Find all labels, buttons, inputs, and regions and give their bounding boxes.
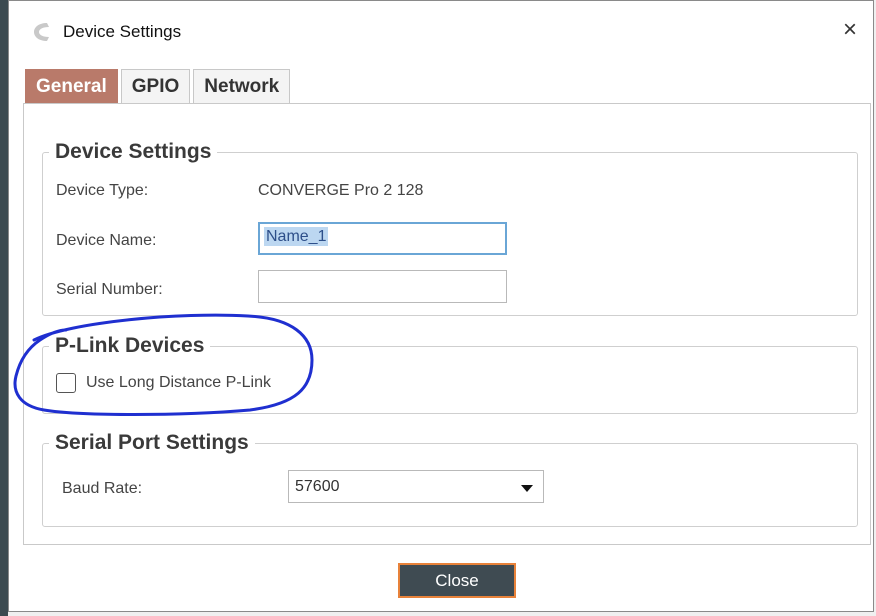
tab-gpio[interactable]: GPIO	[120, 69, 191, 103]
long-distance-plink-label: Use Long Distance P-Link	[86, 374, 271, 391]
close-button[interactable]: Close	[398, 563, 516, 598]
device-settings-dialog: Device Settings × General GPIO Network D…	[8, 0, 874, 612]
baud-rate-select[interactable]: 57600	[288, 470, 544, 503]
general-tab-panel: Device Settings Device Type: CONVERGE Pr…	[23, 103, 871, 545]
device-type-value: CONVERGE Pro 2 128	[258, 182, 424, 199]
serial-number-field[interactable]	[258, 270, 507, 303]
serial-port-settings-legend: Serial Port Settings	[55, 431, 249, 454]
app-logo-icon	[34, 23, 49, 41]
device-name-value: Name_1	[264, 227, 329, 246]
window-close-button[interactable]: ×	[837, 17, 863, 43]
tab-network[interactable]: Network	[193, 69, 291, 103]
device-name-field[interactable]: Name_1	[258, 222, 507, 255]
window-title: Device Settings	[63, 22, 182, 41]
baud-rate-label: Baud Rate:	[62, 480, 143, 497]
title-bar: Device Settings ×	[9, 1, 873, 63]
plink-devices-legend: P-Link Devices	[55, 334, 205, 357]
baud-rate-value: 57600	[295, 478, 340, 495]
serial-number-label-text: Serial Number:	[56, 281, 163, 298]
device-name-label: Device Name:	[56, 232, 157, 249]
tab-general[interactable]: General	[25, 69, 118, 103]
device-settings-legend: Device Settings	[55, 140, 212, 163]
long-distance-plink-checkbox[interactable]	[56, 373, 76, 393]
device-type-label: Device Type:	[56, 182, 149, 199]
background-window-edge	[0, 0, 8, 616]
tab-bar: General GPIO Network	[25, 69, 293, 103]
serial-number-label: Serial Number:	[56, 281, 163, 299]
dropdown-arrow-icon	[521, 485, 533, 492]
